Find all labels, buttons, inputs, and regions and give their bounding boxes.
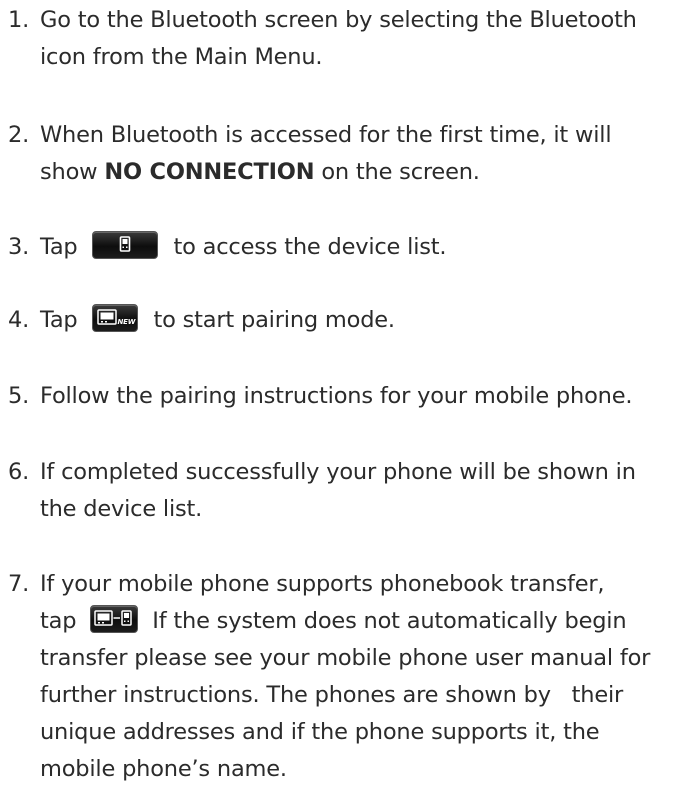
- step-7: 7. If your mobile phone supports phoneboo…: [8, 566, 692, 788]
- step-text: Go to the Bluetooth screen by selecting …: [40, 7, 637, 33]
- step-number: 1.: [8, 7, 30, 33]
- step-text: to access the device list.: [173, 234, 447, 260]
- step-text: to start pairing mode.: [153, 307, 396, 333]
- step-6: 6. If completed successfully your phone w…: [8, 454, 692, 528]
- step-text: further instructions. The phones are sho…: [40, 682, 624, 708]
- phonebook-transfer-icon: [90, 604, 139, 633]
- step-text: transfer please see your mobile phone us…: [40, 645, 651, 671]
- phone-device-icon: [91, 230, 158, 259]
- instruction-document: 1. Go to the Bluetooth screen by selectin…: [0, 0, 696, 796]
- step-number: 2.: [8, 122, 30, 148]
- step-text: show: [40, 159, 105, 185]
- step-number: 7.: [8, 571, 30, 597]
- step-text: on the screen.: [314, 159, 480, 185]
- new-pairing-icon: NEW: [91, 303, 138, 332]
- step-text: tap: [40, 608, 77, 634]
- step-text: icon from the Main Menu.: [40, 44, 323, 70]
- step-text: Follow the pairing instructions for your…: [40, 383, 633, 409]
- step-text: If the system does not automatically beg…: [152, 608, 627, 634]
- no-connection-label: NO CONNECTION: [104, 159, 315, 185]
- step-1: 1. Go to the Bluetooth screen by selectin…: [8, 2, 692, 76]
- step-text: When Bluetooth is accessed for the first…: [40, 122, 612, 148]
- step-text: If completed successfully your phone wil…: [40, 459, 636, 485]
- step-number: 3.: [8, 234, 30, 260]
- step-number: 6.: [8, 459, 30, 485]
- step-text: mobile phone’s name.: [40, 756, 287, 782]
- step-number: 4.: [8, 307, 30, 333]
- step-text: Tap: [40, 234, 78, 260]
- new-badge: NEW: [117, 318, 135, 326]
- step-text: If your mobile phone supports phonebook …: [40, 571, 605, 597]
- step-text: the device list.: [40, 496, 203, 522]
- step-5: 5. Follow the pairing instructions for yo…: [8, 378, 692, 415]
- step-text: Tap: [40, 307, 78, 333]
- step-text: unique addresses and if the phone suppor…: [40, 719, 600, 745]
- step-4: 4. Tap NEW to start pairing mode.: [8, 302, 692, 339]
- step-2: 2. When Bluetooth is accessed for the fir…: [8, 117, 692, 191]
- step-number: 5.: [8, 383, 30, 409]
- step-3: 3. Tap to access the device list.: [8, 229, 692, 266]
